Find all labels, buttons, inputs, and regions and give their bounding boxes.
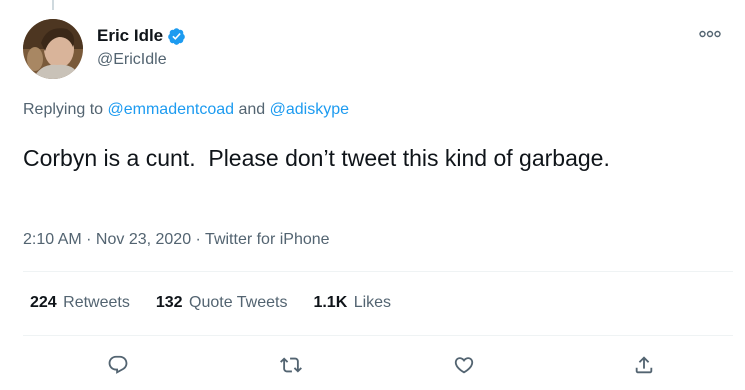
divider [23,335,733,336]
more-icon [699,30,721,38]
reply-mention-link[interactable]: @emmadentcoad [108,101,235,118]
author-name-row: Eric Idle [97,26,186,46]
retweets-stat[interactable]: 224 Retweets [30,294,130,312]
quote-tweets-label: Quote Tweets [189,294,288,311]
share-button[interactable] [626,347,662,383]
avatar[interactable] [23,19,83,79]
retweet-button[interactable] [273,347,309,383]
replying-conjunction: and [234,101,270,118]
tweet: Eric Idle @EricIdle Replying to @emmaden… [0,0,745,390]
quote-tweets-count: 132 [155,294,183,311]
reply-button[interactable] [100,347,136,383]
quote-tweets-stat[interactable]: 132 Quote Tweets [156,294,288,312]
tweet-text: Corbyn is a cunt. Please don’t tweet thi… [23,145,610,171]
tweet-meta: 2:10 AM · Nov 23, 2020 · Twitter for iPh… [23,231,330,249]
author-handle[interactable]: @EricIdle [97,51,167,69]
meta-separator: · [81,231,96,248]
likes-label: Likes [353,294,392,311]
verified-badge-icon [167,27,186,46]
likes-count: 1.1K [313,294,348,311]
thread-connector [52,0,54,10]
action-bar [0,347,745,383]
share-icon [635,356,653,374]
tweet-source[interactable]: Twitter for iPhone [205,231,330,248]
retweet-icon [280,357,302,373]
likes-stat[interactable]: 1.1K Likes [313,294,391,312]
tweet-date[interactable]: Nov 23, 2020 [96,231,191,248]
author-display-name[interactable]: Eric Idle [97,26,163,46]
retweets-label: Retweets [63,294,130,311]
replying-to: Replying to @emmadentcoad and @adiskype [23,101,349,119]
reply-mention-link[interactable]: @adiskype [270,101,349,118]
like-icon [454,357,474,374]
reply-icon [108,355,128,374]
retweets-count: 224 [30,294,57,311]
replying-prefix: Replying to [23,101,108,118]
more-options-button[interactable] [697,24,723,44]
tweet-stats: 224 Retweets 132 Quote Tweets 1.1K Likes [30,294,391,312]
meta-separator: · [191,231,206,248]
divider [23,271,733,272]
tweet-time[interactable]: 2:10 AM [23,231,82,248]
like-button[interactable] [446,347,482,383]
